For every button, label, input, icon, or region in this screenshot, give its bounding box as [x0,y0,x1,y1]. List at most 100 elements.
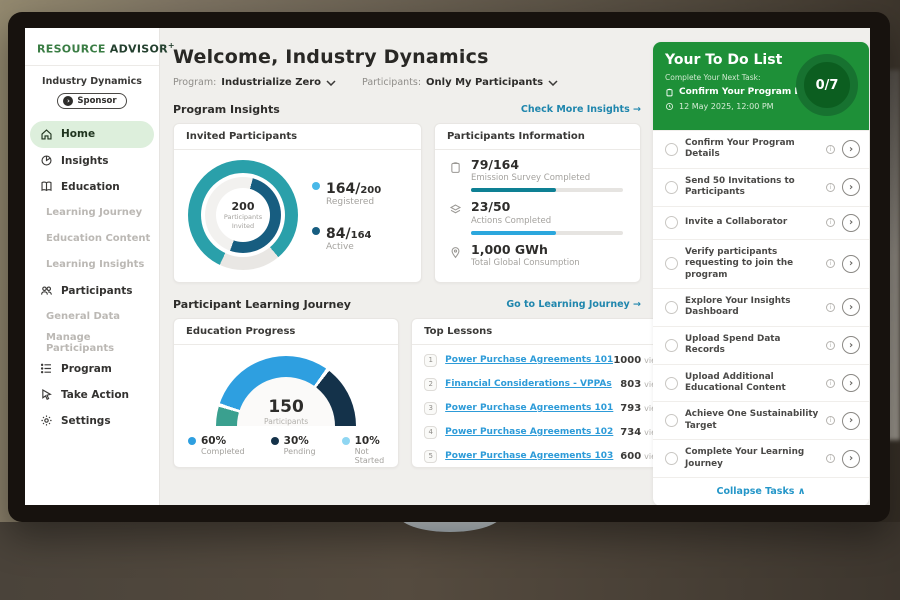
program-insights-section-header: Program Insights Check More Insights → [173,103,641,116]
task-label: Complete Your Learning Journey [685,447,819,470]
participants-dropdown[interactable]: Participants: Only My Participants [362,77,558,88]
collapse-tasks-link[interactable]: Collapse Tasks ∧ [653,477,869,505]
sponsor-badge[interactable]: › Sponsor [57,93,126,109]
donut-center-value: 200 [232,200,255,213]
lesson-link[interactable]: Power Purchase Agreements 102 [445,427,620,437]
stat-global-consumption: 1,000 GWh Total Global Consumption [435,235,640,268]
legend-dot [188,437,196,445]
task-row-send-invitations[interactable]: Send 50 Invitations to Participants i › [653,168,869,206]
todo-column: Your To Do List Complete Your Next Task:… [653,28,870,505]
sidebar-item-label: Education Content [46,233,150,244]
legend-dot [342,437,350,445]
participants-value: Only My Participants [426,77,543,88]
sidebar-item-home[interactable]: Home [30,121,154,148]
chevron-right-icon[interactable]: › [842,178,860,196]
legend-dot [312,182,320,190]
task-checkbox[interactable] [665,181,678,194]
legend-item-active: 84/164 Active [312,223,381,252]
sidebar-item-general-data[interactable]: General Data [25,304,159,330]
chevron-right-icon[interactable]: › [842,336,860,354]
top-lessons-card: Top Lessons 1 Power Purchase Agreements … [411,318,680,468]
card-title: Invited Participants [174,124,421,150]
lesson-rank: 5 [424,450,437,463]
task-label: Upload Spend Data Records [685,334,819,357]
go-to-learning-journey-link[interactable]: Go to Learning Journey → [506,299,641,310]
task-row-upload-spend-data[interactable]: Upload Spend Data Records i › [653,326,869,364]
sidebar-item-label: Learning Journey [46,207,142,218]
desk-background [0,522,900,600]
sidebar-item-learning-journey[interactable]: Learning Journey [25,200,159,226]
progress-bar [471,231,623,235]
task-row-complete-learning-journey[interactable]: Complete Your Learning Journey i › [653,439,869,477]
task-checkbox[interactable] [665,257,678,270]
task-row-invite-collaborator[interactable]: Invite a Collaborator i › [653,206,869,239]
sidebar-item-label: Take Action [61,389,129,401]
stat-emission-survey: 79/164 Emission Survey Completed [435,150,640,192]
sidebar-item-label: Insights [61,155,109,167]
stat-actions-completed: 23/50 Actions Completed [435,192,640,234]
legend-item-not-started: 10% Not Started [342,435,385,465]
chevron-right-icon[interactable]: › [842,412,860,430]
task-checkbox[interactable] [665,377,678,390]
task-checkbox[interactable] [665,414,678,427]
task-label: Invite a Collaborator [685,217,819,228]
chevron-right-icon[interactable]: › [842,214,860,232]
lesson-views: 803 [620,379,641,390]
task-label: Confirm Your Program Details [685,138,819,161]
chevron-right-icon[interactable]: › [842,140,860,158]
task-row-achieve-sustainability-target[interactable]: Achieve One Sustainability Target i › [653,401,869,439]
sidebar-item-settings[interactable]: Settings [25,408,159,434]
task-label: Achieve One Sustainability Target [685,409,819,432]
info-icon: i [826,218,835,227]
chevron-right-icon[interactable]: › [842,450,860,468]
program-dropdown[interactable]: Program: Industrialize Zero [173,77,336,88]
pin-icon [449,246,462,259]
clipboard-icon [449,161,462,174]
chevron-right-icon[interactable]: › [842,374,860,392]
insights-icon [40,154,53,167]
sidebar-item-label: Education [61,181,120,193]
lesson-link[interactable]: Power Purchase Agreements 101 [445,403,620,413]
chevron-right-icon[interactable]: › [842,298,860,316]
task-row-confirm-program[interactable]: Confirm Your Program Details i › [653,130,869,168]
legend-dot [312,227,320,235]
task-checkbox[interactable] [665,339,678,352]
sidebar-item-manage-participants[interactable]: Manage Participants [25,330,159,356]
chevron-down-icon [548,80,558,86]
task-row-explore-insights[interactable]: Explore Your Insights Dashboard i › [653,288,869,326]
sidebar-item-participants[interactable]: Participants [25,278,159,304]
chevron-right-icon[interactable]: › [842,255,860,273]
lesson-link[interactable]: Power Purchase Agreements 103 [445,451,620,461]
sidebar-item-label: Manage Participants [46,332,159,354]
gauge-legend: 60% Completed 30% Pending 10% Not Starte… [174,426,398,465]
task-row-verify-participants[interactable]: Verify participants requesting to join t… [653,239,869,288]
todo-due-date: 12 May 2025, 12:00 PM [679,102,774,111]
sidebar-item-take-action[interactable]: Take Action [25,382,159,408]
lesson-rank: 1 [424,354,437,367]
filter-bar: Program: Industrialize Zero Participants… [173,77,641,88]
lesson-link[interactable]: Power Purchase Agreements 101 [445,355,613,365]
sidebar-item-insights[interactable]: Insights [25,148,159,174]
sidebar-item-education[interactable]: Education [25,174,159,200]
chevron-down-icon [326,80,336,86]
stat-label: Actions Completed [471,216,623,226]
lesson-row: 3 Power Purchase Agreements 101 793 view… [412,396,679,420]
task-checkbox[interactable] [665,301,678,314]
lesson-link[interactable]: Financial Considerations - VPPAs [445,379,620,389]
sidebar-item-learning-insights[interactable]: Learning Insights [25,252,159,278]
task-checkbox[interactable] [665,143,678,156]
info-icon: i [826,303,835,312]
learning-journey-section-header: Participant Learning Journey Go to Learn… [173,298,641,311]
sidebar: RESOURCE ADVISOR+ Industry Dynamics › Sp… [25,28,160,505]
stat-value: 79/164 [471,158,623,172]
invited-donut-chart: 200 Participants Invited [188,160,298,270]
education-gauge-chart: 150 Participants [216,356,356,426]
task-row-upload-educational-content[interactable]: Upload Additional Educational Content i … [653,364,869,402]
sponsor-icon: › [63,96,73,106]
sidebar-item-education-content[interactable]: Education Content [25,226,159,252]
check-more-insights-link[interactable]: Check More Insights → [521,104,641,115]
sidebar-item-program[interactable]: Program [25,356,159,382]
task-checkbox[interactable] [665,216,678,229]
legend-label: Registered [326,197,381,207]
task-checkbox[interactable] [665,452,678,465]
